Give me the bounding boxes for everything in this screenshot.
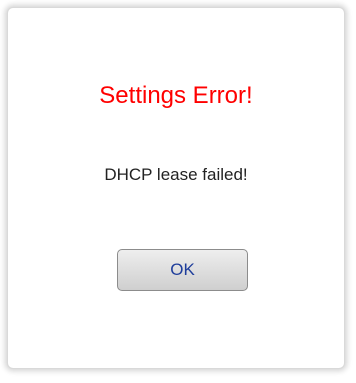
ok-button[interactable]: OK [117,249,248,291]
error-message: DHCP lease failed! [104,165,248,184]
dialog-title: Settings Error! [99,82,253,109]
error-dialog: Settings Error! DHCP lease failed! OK [7,7,345,369]
